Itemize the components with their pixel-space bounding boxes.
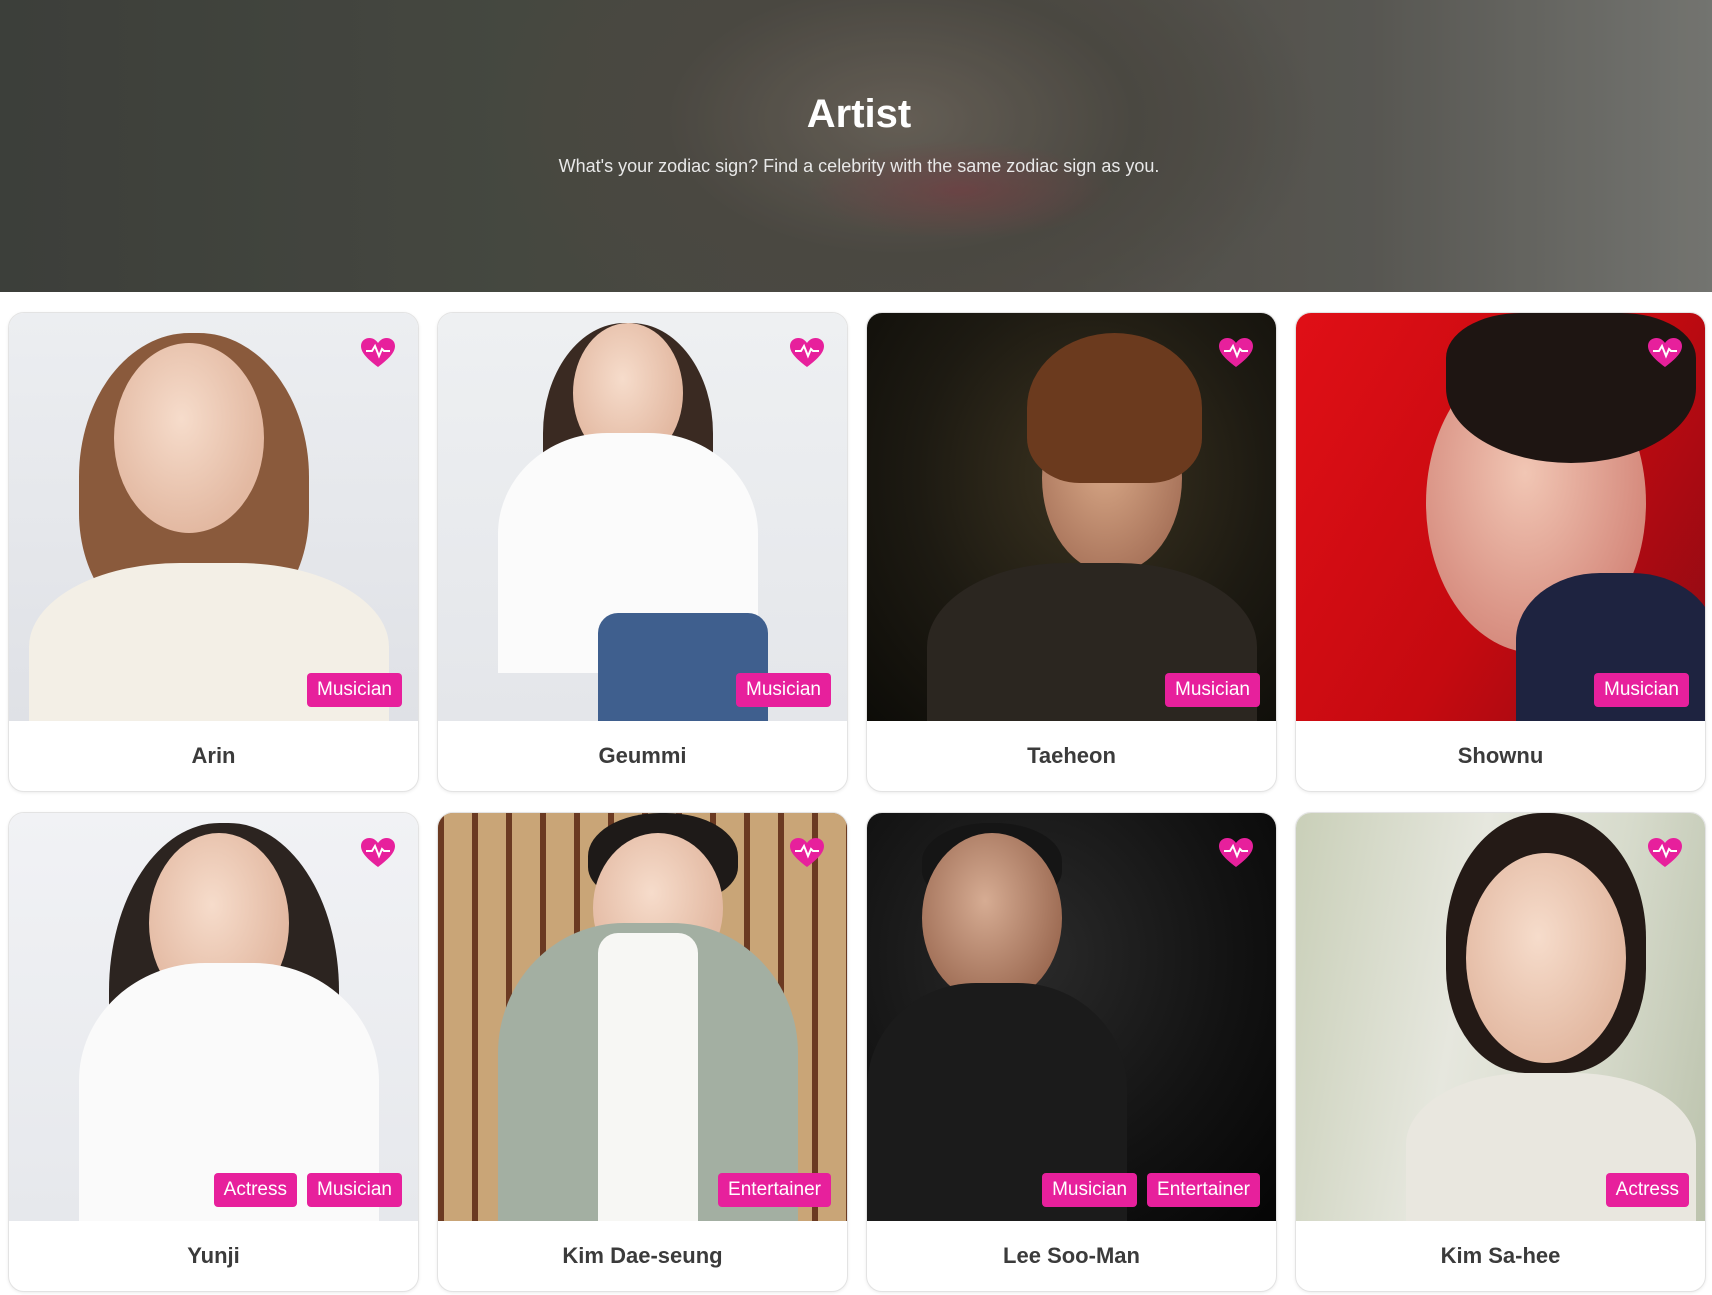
page-title: Artist [806, 92, 912, 136]
heart-pulse-icon[interactable] [1218, 337, 1254, 369]
artist-card[interactable]: Actress Kim Sa-hee [1295, 812, 1706, 1292]
artist-tags: Entertainer [718, 1173, 831, 1208]
artist-name[interactable]: Geummi [438, 721, 847, 791]
artist-tags: Actress Musician [213, 1173, 402, 1208]
artist-tags: Musician [1165, 673, 1260, 708]
artist-name[interactable]: Kim Dae-seung [438, 1221, 847, 1291]
artist-name[interactable]: Arin [9, 721, 418, 791]
artist-photo[interactable]: Actress [1296, 813, 1705, 1222]
hero-banner: Artist What's your zodiac sign? Find a c… [0, 0, 1712, 292]
tag-badge[interactable]: Musician [1165, 673, 1260, 708]
artist-card[interactable]: Musician Geummi [437, 312, 848, 792]
heart-pulse-icon[interactable] [1647, 837, 1683, 869]
artist-photo[interactable]: Musician [9, 313, 418, 722]
heart-pulse-icon[interactable] [1647, 337, 1683, 369]
artist-grid: Musician Arin Musician Geummi Musician T… [8, 312, 1706, 1292]
tag-badge[interactable]: Actress [1605, 1173, 1689, 1208]
artist-card[interactable]: Musician Taeheon [866, 312, 1277, 792]
tag-badge[interactable]: Musician [1594, 673, 1689, 708]
artist-card[interactable]: Musician Shownu [1295, 312, 1706, 792]
artist-photo[interactable]: Musician [438, 313, 847, 722]
artist-photo[interactable]: Actress Musician [9, 813, 418, 1222]
artist-tags: Musician Entertainer [1042, 1173, 1260, 1208]
artist-name[interactable]: Taeheon [867, 721, 1276, 791]
heart-pulse-icon[interactable] [789, 337, 825, 369]
artist-photo[interactable]: Entertainer [438, 813, 847, 1222]
artist-name[interactable]: Yunji [9, 1221, 418, 1291]
tag-badge[interactable]: Actress [213, 1173, 298, 1208]
tag-badge[interactable]: Musician [307, 1173, 402, 1208]
artist-card[interactable]: Actress Musician Yunji [8, 812, 419, 1292]
tag-badge[interactable]: Musician [1042, 1173, 1138, 1208]
tag-badge[interactable]: Entertainer [718, 1173, 831, 1208]
artist-tags: Actress [1605, 1173, 1689, 1208]
page-subtitle: What's your zodiac sign? Find a celebrit… [558, 156, 1160, 176]
artist-photo[interactable]: Musician Entertainer [867, 813, 1276, 1222]
heart-pulse-icon[interactable] [360, 837, 396, 869]
tag-badge[interactable]: Musician [736, 673, 831, 708]
hero-background-image [0, 0, 1712, 292]
artist-name[interactable]: Kim Sa-hee [1296, 1221, 1705, 1291]
artist-tags: Musician [736, 673, 831, 708]
artist-photo[interactable]: Musician [1296, 313, 1705, 722]
tag-badge[interactable]: Musician [307, 673, 402, 708]
artist-card[interactable]: Musician Arin [8, 312, 419, 792]
artist-photo[interactable]: Musician [867, 313, 1276, 722]
heart-pulse-icon[interactable] [360, 337, 396, 369]
artist-tags: Musician [1594, 673, 1689, 708]
tag-badge[interactable]: Entertainer [1147, 1173, 1260, 1208]
artist-tags: Musician [307, 673, 402, 708]
heart-pulse-icon[interactable] [1218, 837, 1254, 869]
heart-pulse-icon[interactable] [789, 837, 825, 869]
artist-card[interactable]: Entertainer Kim Dae-seung [437, 812, 848, 1292]
artist-card[interactable]: Musician Entertainer Lee Soo-Man [866, 812, 1277, 1292]
artist-name[interactable]: Lee Soo-Man [867, 1221, 1276, 1291]
artist-name[interactable]: Shownu [1296, 721, 1705, 791]
